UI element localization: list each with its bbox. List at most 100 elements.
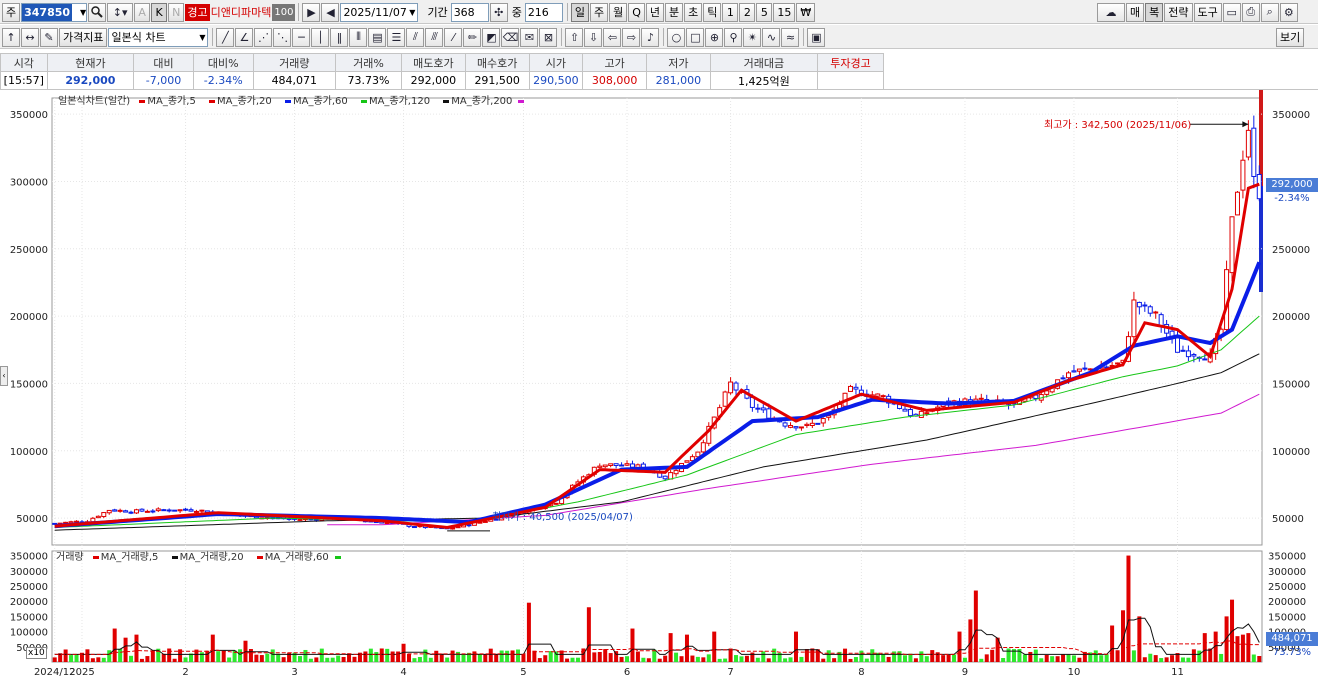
speed-line-icon[interactable]: ⋱ [273, 27, 292, 47]
chart-type-select[interactable]: 일본식 차트 ▼ [108, 27, 209, 47]
volume-bar [941, 655, 946, 662]
kb-n-button[interactable]: N [168, 2, 185, 22]
period-2[interactable]: 2 [739, 2, 756, 22]
candle-body [804, 423, 810, 427]
scroll-left-handle[interactable]: ‹ [0, 366, 8, 386]
zoom-icon[interactable]: ⊕ [705, 27, 724, 47]
up-arrow-icon[interactable]: ↑ [2, 27, 20, 47]
strategy-button[interactable]: 전략 [1164, 2, 1193, 22]
parallel-icon[interactable]: ⁄ [444, 27, 463, 47]
crosshair-icon[interactable]: ✣ [489, 2, 508, 22]
search-icon[interactable]: ⌕ [1260, 2, 1279, 22]
delete-icon[interactable]: ⊠ [539, 27, 558, 47]
vertical-line-icon[interactable]: │ [311, 27, 330, 47]
y-tick-left: 300000 [10, 177, 48, 188]
period-1[interactable]: 1 [722, 2, 739, 22]
volume-bar [341, 656, 346, 662]
wand-icon[interactable]: ✴ [743, 27, 762, 47]
volume-bar [859, 650, 864, 662]
square-icon[interactable]: □ [686, 27, 705, 47]
folder-icon[interactable]: ▭ [1222, 2, 1241, 22]
period-minute[interactable]: 분 [664, 2, 684, 22]
volume-bar [456, 651, 461, 662]
period-5[interactable]: 5 [756, 2, 773, 22]
pattern-icon[interactable]: ∿ [762, 27, 781, 47]
edit-icon[interactable]: ✎ [40, 27, 58, 47]
fibo-time-icon[interactable]: ⦀ [349, 27, 368, 47]
chart-canvas[interactable]: 50000 50000 100000 100000 150000 150000 200000… [0, 90, 1318, 679]
tools-button[interactable]: 도구 [1193, 2, 1222, 22]
magnify-icon[interactable]: ⚲ [724, 27, 743, 47]
candle-body [820, 418, 826, 424]
wave-icon[interactable]: ≈ [781, 27, 800, 47]
candle-body [880, 395, 886, 398]
left-icon[interactable]: ⇦ [603, 27, 622, 47]
x-tick-label: 9 [962, 667, 968, 678]
volume-bar [952, 654, 957, 662]
color-icon[interactable]: ◩ [482, 27, 501, 47]
period-tick[interactable]: 틱 [703, 2, 722, 22]
period-15[interactable]: 15 [773, 2, 796, 22]
grid-icon[interactable]: ▤ [368, 27, 387, 47]
market-selector[interactable]: 주 [2, 2, 21, 22]
volume-bar [227, 657, 232, 662]
period-second[interactable]: 초 [684, 2, 703, 22]
volume-bar [783, 658, 788, 662]
y-tick-left: 150000 [10, 379, 48, 390]
search-icon[interactable] [88, 2, 107, 22]
stock-code-input[interactable]: 347850 ▼ [21, 2, 88, 22]
volume-bar [183, 657, 188, 662]
period-day[interactable]: 일 [570, 2, 589, 22]
angle-tool-icon[interactable]: ∠ [235, 27, 254, 47]
candle-body [728, 381, 734, 394]
change-value: -7,000 [133, 71, 194, 90]
circle-icon[interactable]: ○ [667, 27, 686, 47]
view-button[interactable]: 보기 [1276, 27, 1305, 47]
indicator-button[interactable]: 가격지표 [59, 27, 108, 47]
horizontal-line-icon[interactable]: ─ [292, 27, 311, 47]
channel-icon[interactable]: ⫻ [425, 27, 444, 47]
note-icon[interactable]: ✉ [520, 27, 539, 47]
period-week[interactable]: 주 [589, 2, 609, 22]
currency-button[interactable]: ₩ [796, 2, 816, 22]
right-icon[interactable]: ⇨ [622, 27, 641, 47]
volume-bar [554, 651, 559, 662]
line-tool-icon[interactable]: ╱ [216, 27, 235, 47]
cloud-icon[interactable]: ☁ [1097, 2, 1125, 22]
zoom-input[interactable]: 216 [524, 2, 563, 22]
fan-tool-icon[interactable]: ⋰ [254, 27, 273, 47]
volume-bar [123, 637, 128, 662]
volume-bar [363, 651, 368, 662]
horizontal-arrows-icon[interactable]: ↔ [21, 27, 39, 47]
main-toolbar: 주 347850 ▼ ↕▾ A K N 경고 디앤디파마텍 100 ▶ ◀ 202… [0, 0, 1318, 24]
date-input[interactable]: 2025/11/07 ▼ [340, 2, 419, 22]
eraser-icon[interactable]: ⌫ [501, 27, 520, 47]
candle-body [63, 521, 69, 524]
period-year[interactable]: 년 [645, 2, 664, 22]
pencil-icon[interactable]: ✏ [463, 27, 482, 47]
period-input[interactable]: 368 [450, 2, 489, 22]
cycle-lines-icon[interactable]: ‖ [330, 27, 349, 47]
list-sort-icon[interactable]: ↕▾ [107, 2, 134, 22]
down-icon[interactable]: ⇩ [584, 27, 603, 47]
chart-area[interactable]: 50000 50000 100000 100000 150000 150000 200000… [0, 90, 1318, 679]
kb-k-button[interactable]: K [151, 2, 168, 22]
fibo-fan-icon[interactable]: ⫽ [406, 27, 425, 47]
period-quarter[interactable]: Q [628, 2, 645, 22]
volume-bar [145, 656, 150, 662]
settings-icon[interactable]: ⚙ [1279, 2, 1298, 22]
up-icon[interactable]: ⇧ [565, 27, 584, 47]
capture-icon[interactable]: ▣ [807, 27, 826, 47]
print-icon[interactable]: ⎙ [1241, 2, 1260, 22]
volume-bar [870, 649, 875, 662]
kb-a-button[interactable]: A [134, 2, 151, 22]
period-month[interactable]: 월 [609, 2, 628, 22]
prev-icon[interactable]: ◀ [321, 2, 340, 22]
restore-button[interactable]: 복 [1145, 2, 1164, 22]
volume-bar [586, 607, 591, 662]
play-icon[interactable]: ▶ [302, 2, 321, 22]
text-icon[interactable]: ♪ [641, 27, 660, 47]
buy-button[interactable]: 매 [1126, 2, 1145, 22]
fibo-retrace-icon[interactable]: ☰ [387, 27, 406, 47]
volume-bar [973, 590, 978, 662]
